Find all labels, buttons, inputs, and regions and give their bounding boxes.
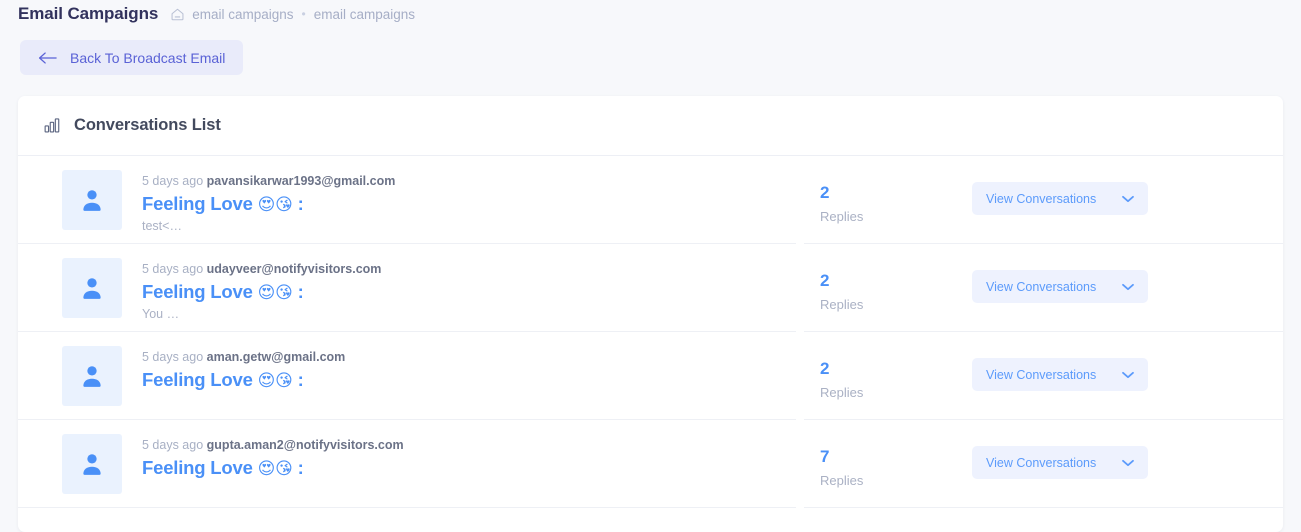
conversation-subject: Feeling Love bbox=[142, 281, 253, 302]
conversation-row[interactable]: 5 days ago gupta.aman2@notifyvisitors.co… bbox=[18, 420, 1283, 508]
replies-label: Replies bbox=[820, 472, 864, 488]
card-header: Conversations List bbox=[18, 96, 1283, 156]
conversation-subject-line[interactable]: Feeling Love 😍😘 : bbox=[142, 280, 782, 304]
conversation-preview: You … bbox=[142, 307, 180, 322]
card-title: Conversations List bbox=[74, 116, 221, 134]
replies-count: 2 bbox=[820, 271, 830, 290]
conversation-time: 5 days ago bbox=[142, 174, 204, 188]
back-to-broadcast-email-button[interactable]: Back To Broadcast Email bbox=[20, 40, 244, 75]
conversation-meta: 5 days ago aman.getw@gmail.com bbox=[142, 350, 782, 365]
conversation-meta: 5 days ago udayveer@notifyvisitors.com bbox=[142, 262, 782, 277]
breadcrumb-item-2[interactable]: email campaigns bbox=[314, 7, 415, 22]
chevron-down-icon bbox=[1122, 195, 1134, 203]
conversations-card: Conversations List 5 days ago pavansikar… bbox=[18, 96, 1283, 532]
subject-colon: : bbox=[297, 193, 304, 214]
emoji-icon: 😍😘 bbox=[257, 195, 293, 215]
avatar bbox=[62, 434, 122, 494]
back-button-label: Back To Broadcast Email bbox=[70, 49, 226, 66]
conversation-time: 5 days ago bbox=[142, 350, 204, 364]
conversation-preview: test<… bbox=[142, 219, 182, 234]
emoji-icon: 😍😘 bbox=[257, 283, 293, 303]
conversation-content: 5 days ago gupta.aman2@notifyvisitors.co… bbox=[122, 420, 782, 498]
chevron-down-icon bbox=[1122, 371, 1134, 379]
emoji-icon: 😍😘 bbox=[257, 459, 293, 479]
conversation-content: 5 days ago aman.getw@gmail.com Feeling L… bbox=[122, 332, 782, 410]
conversation-subject: Feeling Love bbox=[142, 369, 253, 390]
conversation-row[interactable]: 5 days ago udayveer@notifyvisitors.com F… bbox=[18, 244, 1283, 332]
conversation-preview bbox=[142, 483, 782, 498]
replies-count: 7 bbox=[820, 447, 830, 466]
replies-column: 7 Replies bbox=[782, 420, 972, 488]
chevron-down-icon bbox=[1122, 283, 1134, 291]
conversation-preview bbox=[142, 395, 782, 410]
row-divider-right bbox=[804, 507, 1283, 508]
action-column: View Conversations bbox=[972, 332, 1283, 391]
bar-chart-icon bbox=[44, 117, 61, 134]
action-column: View Conversations bbox=[972, 420, 1283, 479]
conversation-time: 5 days ago bbox=[142, 438, 204, 452]
conversation-content: 5 days ago udayveer@notifyvisitors.com F… bbox=[122, 244, 782, 322]
conversation-email: pavansikarwar1993@gmail.com bbox=[206, 174, 396, 188]
action-column: View Conversations bbox=[972, 244, 1283, 303]
subject-colon: : bbox=[297, 281, 304, 302]
row-divider-left bbox=[18, 507, 796, 508]
page-header: Email Campaigns email campaigns • email … bbox=[0, 0, 1301, 28]
subject-colon: : bbox=[297, 457, 304, 478]
replies-column: 2 Replies bbox=[782, 332, 972, 400]
subject-colon: : bbox=[297, 369, 304, 390]
conversation-meta: 5 days ago gupta.aman2@notifyvisitors.co… bbox=[142, 438, 782, 453]
breadcrumb: email campaigns • email campaigns bbox=[170, 7, 415, 22]
conversation-subject-line[interactable]: Feeling Love 😍😘 : bbox=[142, 368, 782, 392]
view-conversations-button[interactable]: View Conversations bbox=[972, 182, 1148, 215]
view-conversations-label: View Conversations bbox=[986, 279, 1097, 294]
view-conversations-label: View Conversations bbox=[986, 455, 1097, 470]
replies-count: 2 bbox=[820, 359, 830, 378]
conversations-list: 5 days ago pavansikarwar1993@gmail.com F… bbox=[18, 156, 1283, 508]
avatar bbox=[62, 346, 122, 406]
conversation-email: aman.getw@gmail.com bbox=[206, 350, 346, 364]
view-conversations-label: View Conversations bbox=[986, 367, 1097, 382]
toolbar: Back To Broadcast Email bbox=[0, 28, 1301, 96]
emoji-icon: 😍😘 bbox=[257, 371, 293, 391]
conversation-row[interactable]: 5 days ago aman.getw@gmail.com Feeling L… bbox=[18, 332, 1283, 420]
conversation-meta: 5 days ago pavansikarwar1993@gmail.com bbox=[142, 174, 782, 189]
view-conversations-button[interactable]: View Conversations bbox=[972, 358, 1148, 391]
replies-column: 2 Replies bbox=[782, 244, 972, 312]
view-conversations-label: View Conversations bbox=[986, 191, 1097, 206]
view-conversations-button[interactable]: View Conversations bbox=[972, 270, 1148, 303]
view-conversations-button[interactable]: View Conversations bbox=[972, 446, 1148, 479]
conversation-email: gupta.aman2@notifyvisitors.com bbox=[206, 438, 404, 452]
conversation-row[interactable]: 5 days ago pavansikarwar1993@gmail.com F… bbox=[18, 156, 1283, 244]
conversation-content: 5 days ago pavansikarwar1993@gmail.com F… bbox=[122, 156, 782, 234]
conversation-subject: Feeling Love bbox=[142, 193, 253, 214]
replies-column: 2 Replies bbox=[782, 156, 972, 224]
breadcrumb-item-1[interactable]: email campaigns bbox=[192, 7, 293, 22]
replies-label: Replies bbox=[820, 208, 864, 224]
avatar bbox=[62, 258, 122, 318]
breadcrumb-separator: • bbox=[301, 7, 306, 21]
replies-count: 2 bbox=[820, 183, 830, 202]
conversation-subject: Feeling Love bbox=[142, 457, 253, 478]
conversation-email: udayveer@notifyvisitors.com bbox=[206, 262, 382, 276]
avatar bbox=[62, 170, 122, 230]
chevron-down-icon bbox=[1122, 459, 1134, 467]
conversation-time: 5 days ago bbox=[142, 262, 204, 276]
conversation-subject-line[interactable]: Feeling Love 😍😘 : bbox=[142, 456, 782, 480]
replies-label: Replies bbox=[820, 384, 864, 400]
arrow-left-icon bbox=[38, 51, 57, 65]
conversation-subject-line[interactable]: Feeling Love 😍😘 : bbox=[142, 192, 782, 216]
page-title: Email Campaigns bbox=[18, 4, 159, 23]
home-icon bbox=[170, 7, 185, 22]
action-column: View Conversations bbox=[972, 156, 1283, 215]
replies-label: Replies bbox=[820, 296, 864, 312]
